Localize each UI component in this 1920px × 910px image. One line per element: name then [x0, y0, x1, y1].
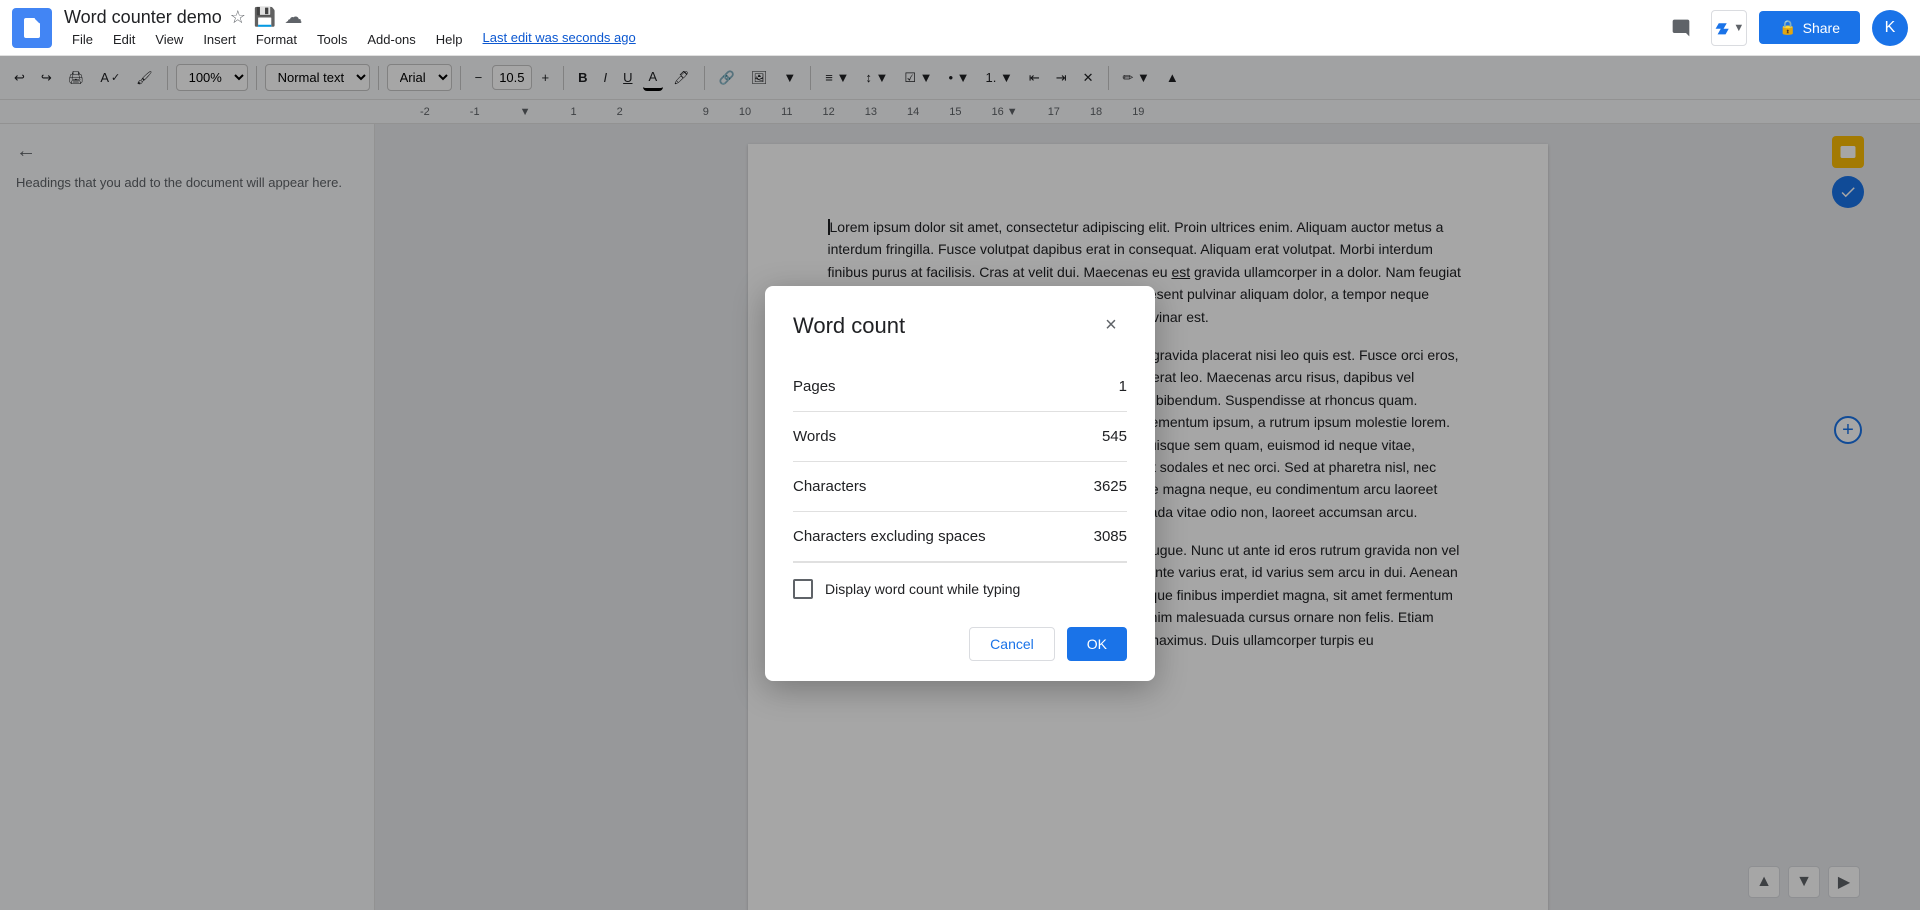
menu-bar: File Edit View Insert Format Tools Add-o…	[64, 30, 1663, 49]
dialog-close-button[interactable]: ×	[1095, 310, 1127, 342]
words-label: Words	[793, 428, 836, 445]
pages-label: Pages	[793, 378, 836, 395]
menu-help[interactable]: Help	[428, 30, 471, 49]
checkbox-label: Display word count while typing	[825, 581, 1020, 597]
dialog-row-characters: Characters 3625	[793, 462, 1127, 512]
dialog-row-words: Words 545	[793, 412, 1127, 462]
star-icon[interactable]: ☆	[230, 7, 246, 28]
doc-title-area: Word counter demo ☆ 💾 ☁ File Edit View I…	[64, 7, 1663, 49]
words-value: 545	[1102, 428, 1127, 445]
top-bar: Word counter demo ☆ 💾 ☁ File Edit View I…	[0, 0, 1920, 56]
menu-addons[interactable]: Add-ons	[359, 30, 423, 49]
doc-title[interactable]: Word counter demo	[64, 7, 222, 28]
chars-no-spaces-label: Characters excluding spaces	[793, 528, 986, 545]
comment-icon[interactable]	[1663, 10, 1699, 46]
share-label: Share	[1803, 20, 1840, 36]
dialog-row-pages: Pages 1	[793, 362, 1127, 412]
dialog-actions: Cancel OK	[793, 619, 1127, 661]
share-button[interactable]: 🔒 Share	[1759, 11, 1860, 44]
dialog-title: Word count	[793, 313, 905, 339]
characters-value: 3625	[1094, 478, 1127, 495]
menu-file[interactable]: File	[64, 30, 101, 49]
cancel-button[interactable]: Cancel	[969, 627, 1055, 661]
avatar[interactable]: K	[1872, 10, 1908, 46]
lock-icon: 🔒	[1779, 19, 1796, 36]
menu-insert[interactable]: Insert	[195, 30, 244, 49]
word-count-dialog: Word count × Pages 1 Words 545 Character…	[765, 286, 1155, 681]
last-edit: Last edit was seconds ago	[483, 30, 636, 49]
menu-view[interactable]: View	[147, 30, 191, 49]
drive-icon[interactable]: ▼	[1711, 10, 1747, 46]
chars-no-spaces-value: 3085	[1094, 528, 1127, 545]
top-bar-right: ▼ 🔒 Share K	[1663, 10, 1908, 46]
ok-button[interactable]: OK	[1067, 627, 1127, 661]
app-icon[interactable]	[12, 8, 52, 48]
dialog-row-chars-no-spaces: Characters excluding spaces 3085	[793, 512, 1127, 562]
pages-value: 1	[1119, 378, 1127, 395]
dialog-overlay: Word count × Pages 1 Words 545 Character…	[0, 56, 1920, 910]
menu-format[interactable]: Format	[248, 30, 305, 49]
display-count-checkbox[interactable]	[793, 579, 813, 599]
menu-edit[interactable]: Edit	[105, 30, 143, 49]
menu-tools[interactable]: Tools	[309, 30, 355, 49]
characters-label: Characters	[793, 478, 866, 495]
save-icon[interactable]: 💾	[254, 7, 276, 28]
cloud-icon[interactable]: ☁	[284, 7, 302, 28]
dialog-header: Word count ×	[793, 310, 1127, 342]
checkbox-row: Display word count while typing	[793, 562, 1127, 619]
